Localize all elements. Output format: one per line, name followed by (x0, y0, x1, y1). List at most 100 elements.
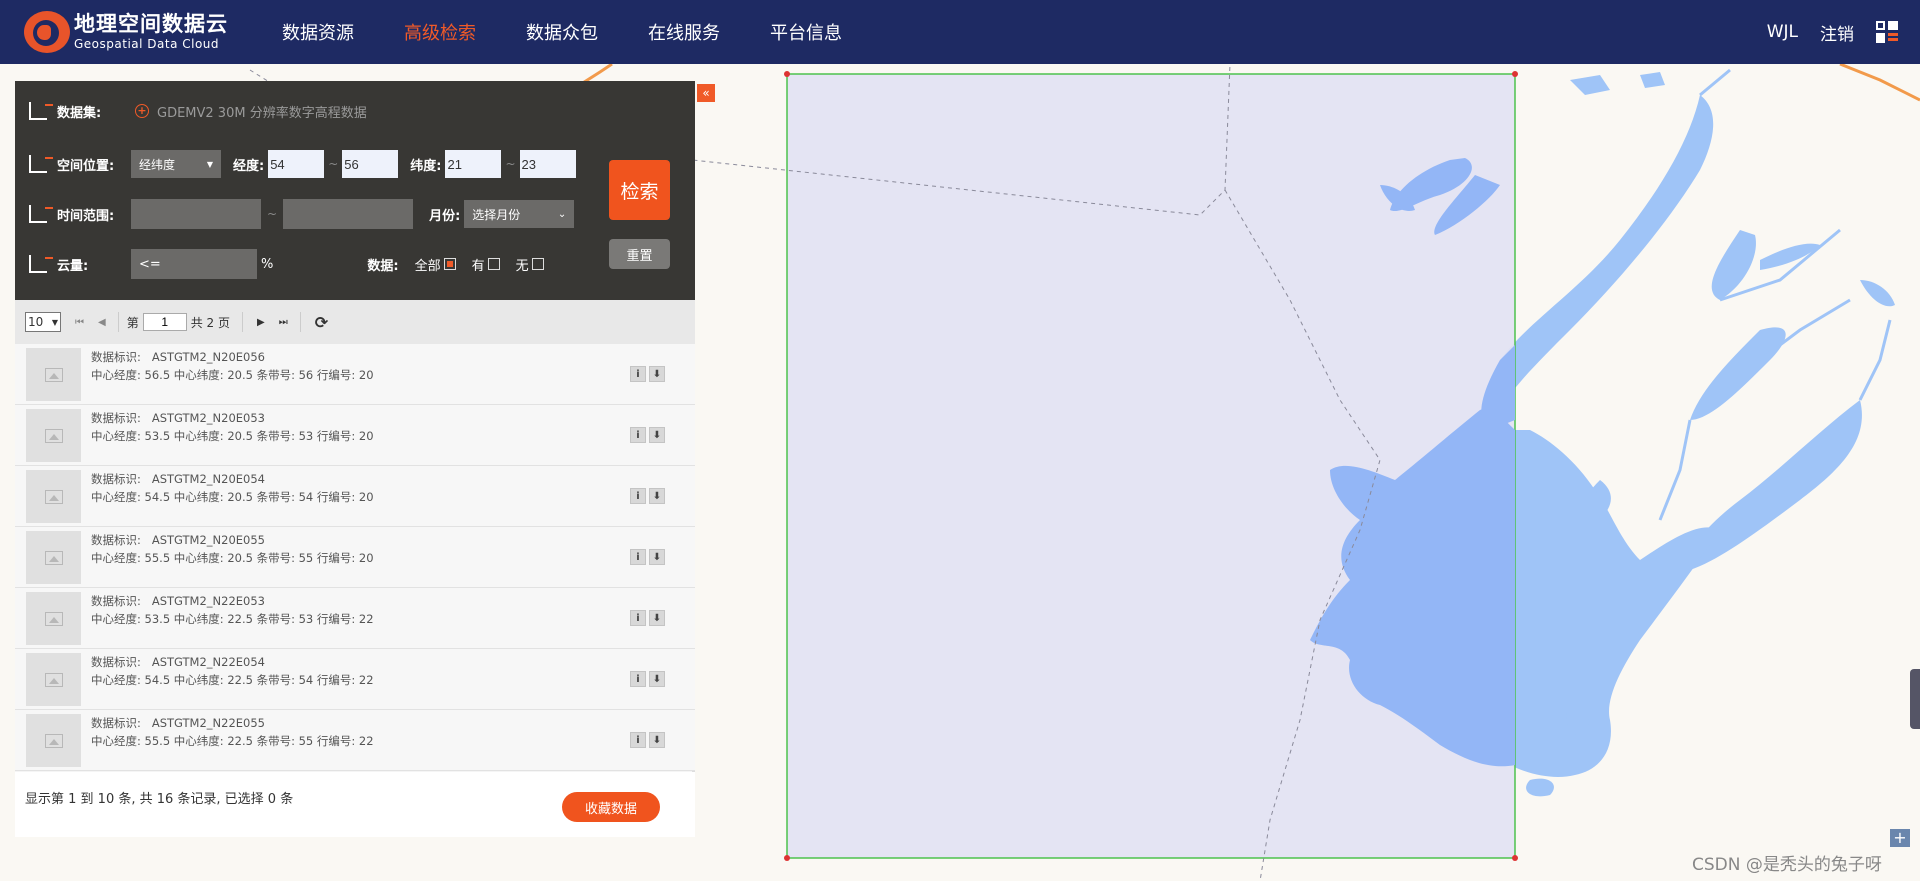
cloud-label: 云量: (57, 258, 89, 274)
total-pages: 共 2 页 (190, 315, 230, 330)
image-placeholder-icon (44, 367, 63, 382)
site-logo[interactable]: 地理空间数据云 Geospatial Data Cloud (24, 11, 254, 53)
selection-corner[interactable] (1512, 855, 1518, 861)
data-option-yes[interactable]: 有 (472, 255, 500, 274)
list-item[interactable]: 数据标识: ASTGTM2_N20E055 中心经度: 55.5 中心纬度: 2… (15, 527, 695, 588)
selection-corner[interactable] (784, 855, 790, 861)
search-panel: 数据集: + GDEMV2 30M 分辨率数字高程数据 空间位置: 经纬度 ▼ … (15, 81, 695, 300)
results-list[interactable]: 数据标识: ASTGTM2_N20E056 中心经度: 56.5 中心纬度: 2… (15, 344, 695, 772)
data-option-no[interactable]: 无 (516, 255, 544, 274)
dataset-icon (29, 102, 53, 120)
lon-max-input[interactable] (342, 150, 399, 178)
logo-subtitle: Geospatial Data Cloud (74, 37, 220, 51)
caret-down-icon: ▼ (51, 317, 58, 327)
last-page-icon[interactable]: ⏭ (279, 317, 288, 328)
checkbox-icon[interactable] (487, 258, 500, 270)
cloud-row: 云量: <= % 数据: 全部 有 无 (29, 249, 560, 279)
thumbnail[interactable] (26, 592, 81, 645)
lat-max-input[interactable] (519, 150, 576, 178)
time-row: 时间范围: ~ 月份: 选择月份 ⌄ (29, 199, 575, 229)
search-button[interactable]: 检索 (609, 160, 670, 220)
download-icon[interactable]: ⬇ (649, 549, 665, 565)
thumbnail[interactable] (26, 714, 81, 767)
checkbox-checked-icon[interactable] (443, 258, 456, 270)
refresh-icon[interactable]: ⟳ (315, 313, 328, 332)
thumbnail[interactable] (26, 409, 81, 462)
download-icon[interactable]: ⬇ (649, 610, 665, 626)
page-prefix: 第 (126, 315, 139, 330)
download-icon[interactable]: ⬇ (649, 671, 665, 687)
nav-data-resources[interactable]: 数据资源 (282, 19, 354, 45)
logo-title: 地理空间数据云 (74, 12, 228, 36)
data-id: ASTGTM2_N20E054 (151, 472, 266, 486)
nav-platform-info[interactable]: 平台信息 (770, 19, 842, 45)
image-placeholder-icon (44, 550, 63, 565)
download-icon[interactable]: ⬇ (649, 427, 665, 443)
data-id: ASTGTM2_N22E053 (151, 594, 266, 608)
list-item[interactable]: 数据标识: ASTGTM2_N22E055 中心经度: 55.5 中心纬度: 2… (15, 710, 695, 771)
list-item[interactable]: 数据标识: ASTGTM2_N20E056 中心经度: 56.5 中心纬度: 2… (15, 344, 695, 405)
page-size-select[interactable]: 10 ▼ (25, 312, 61, 332)
results-panel: 10 ▼ ⏮ ◀ 第 共 2 页 ▶ ⏭ ⟳ 数据标识: ASTGTM2_N20… (15, 300, 695, 837)
dataset-label: 数据集: (57, 105, 102, 121)
prev-page-icon[interactable]: ◀ (98, 317, 106, 328)
user-name[interactable]: WJL (1767, 22, 1798, 42)
selection-corner[interactable] (784, 71, 790, 77)
data-info: 中心经度: 54.5 中心纬度: 22.5 条带号: 54 行编号: 22 (91, 673, 374, 687)
info-icon[interactable]: i (630, 732, 646, 748)
info-icon[interactable]: i (630, 488, 646, 504)
list-item[interactable]: 数据标识: ASTGTM2_N22E053 中心经度: 53.5 中心纬度: 2… (15, 588, 695, 649)
collapse-panel-button[interactable]: « (697, 84, 715, 102)
info-icon[interactable]: i (630, 366, 646, 382)
results-footer: 显示第 1 到 10 条, 共 16 条记录, 已选择 0 条 收藏数据 (15, 772, 695, 837)
side-panel-tab[interactable] (1910, 669, 1920, 729)
download-icon[interactable]: ⬇ (649, 732, 665, 748)
data-info: 中心经度: 55.5 中心纬度: 22.5 条带号: 55 行编号: 22 (91, 734, 374, 748)
thumbnail[interactable] (26, 653, 81, 706)
thumbnail[interactable] (26, 348, 81, 401)
end-date-input[interactable] (283, 199, 414, 229)
list-item[interactable]: 数据标识: ASTGTM2_N20E053 中心经度: 53.5 中心纬度: 2… (15, 405, 695, 466)
image-placeholder-icon (44, 733, 63, 748)
lat-min-input[interactable] (445, 150, 502, 178)
first-page-icon[interactable]: ⏮ (75, 317, 84, 328)
lat-label: 纬度: (410, 158, 442, 174)
list-item[interactable]: 数据标识: ASTGTM2_N22E054 中心经度: 54.5 中心纬度: 2… (15, 649, 695, 710)
page-number-input[interactable] (142, 313, 187, 331)
location-mode-select[interactable]: 经纬度 ▼ (131, 150, 221, 178)
info-icon[interactable]: i (630, 549, 646, 565)
info-icon[interactable]: i (630, 671, 646, 687)
cloud-input[interactable]: <= (131, 249, 257, 279)
location-row: 空间位置: 经纬度 ▼ 经度: ~ 纬度: ~ (29, 149, 576, 179)
info-icon[interactable]: i (630, 610, 646, 626)
reset-button[interactable]: 重置 (609, 239, 670, 269)
thumbnail[interactable] (26, 531, 81, 584)
apps-grid-icon[interactable] (1876, 21, 1898, 43)
logout-link[interactable]: 注销 (1820, 20, 1854, 45)
favorite-data-button[interactable]: 收藏数据 (562, 792, 660, 822)
download-icon[interactable]: ⬇ (649, 488, 665, 504)
month-select[interactable]: 选择月份 ⌄ (464, 200, 575, 228)
thumbnail[interactable] (26, 470, 81, 523)
nav-online-services[interactable]: 在线服务 (648, 19, 720, 45)
data-info: 中心经度: 55.5 中心纬度: 20.5 条带号: 55 行编号: 20 (91, 551, 374, 565)
data-option-all[interactable]: 全部 (415, 255, 456, 274)
list-item[interactable]: 数据标识: ASTGTM2_N20E054 中心经度: 54.5 中心纬度: 2… (15, 466, 695, 527)
next-page-icon[interactable]: ▶ (257, 317, 265, 328)
watermark: CSDN @是秃头的兔子呀 (1692, 855, 1882, 875)
caret-down-icon: ▼ (206, 159, 213, 169)
selection-corner[interactable] (1512, 71, 1518, 77)
lon-min-input[interactable] (268, 150, 325, 178)
download-icon[interactable]: ⬇ (649, 366, 665, 382)
nav-crowdsourcing[interactable]: 数据众包 (526, 19, 598, 45)
zoom-in-button[interactable]: + (1890, 829, 1910, 847)
add-circle-icon[interactable]: + (135, 104, 149, 118)
calendar-icon (29, 205, 53, 223)
data-id: ASTGTM2_N20E053 (151, 411, 266, 425)
info-icon[interactable]: i (630, 427, 646, 443)
dataset-selector[interactable]: + GDEMV2 30M 分辨率数字高程数据 (135, 102, 367, 121)
nav-advanced-search[interactable]: 高级检索 (404, 19, 476, 45)
checkbox-icon[interactable] (531, 258, 544, 270)
data-id: ASTGTM2_N20E056 (151, 350, 266, 364)
start-date-input[interactable] (131, 199, 261, 229)
